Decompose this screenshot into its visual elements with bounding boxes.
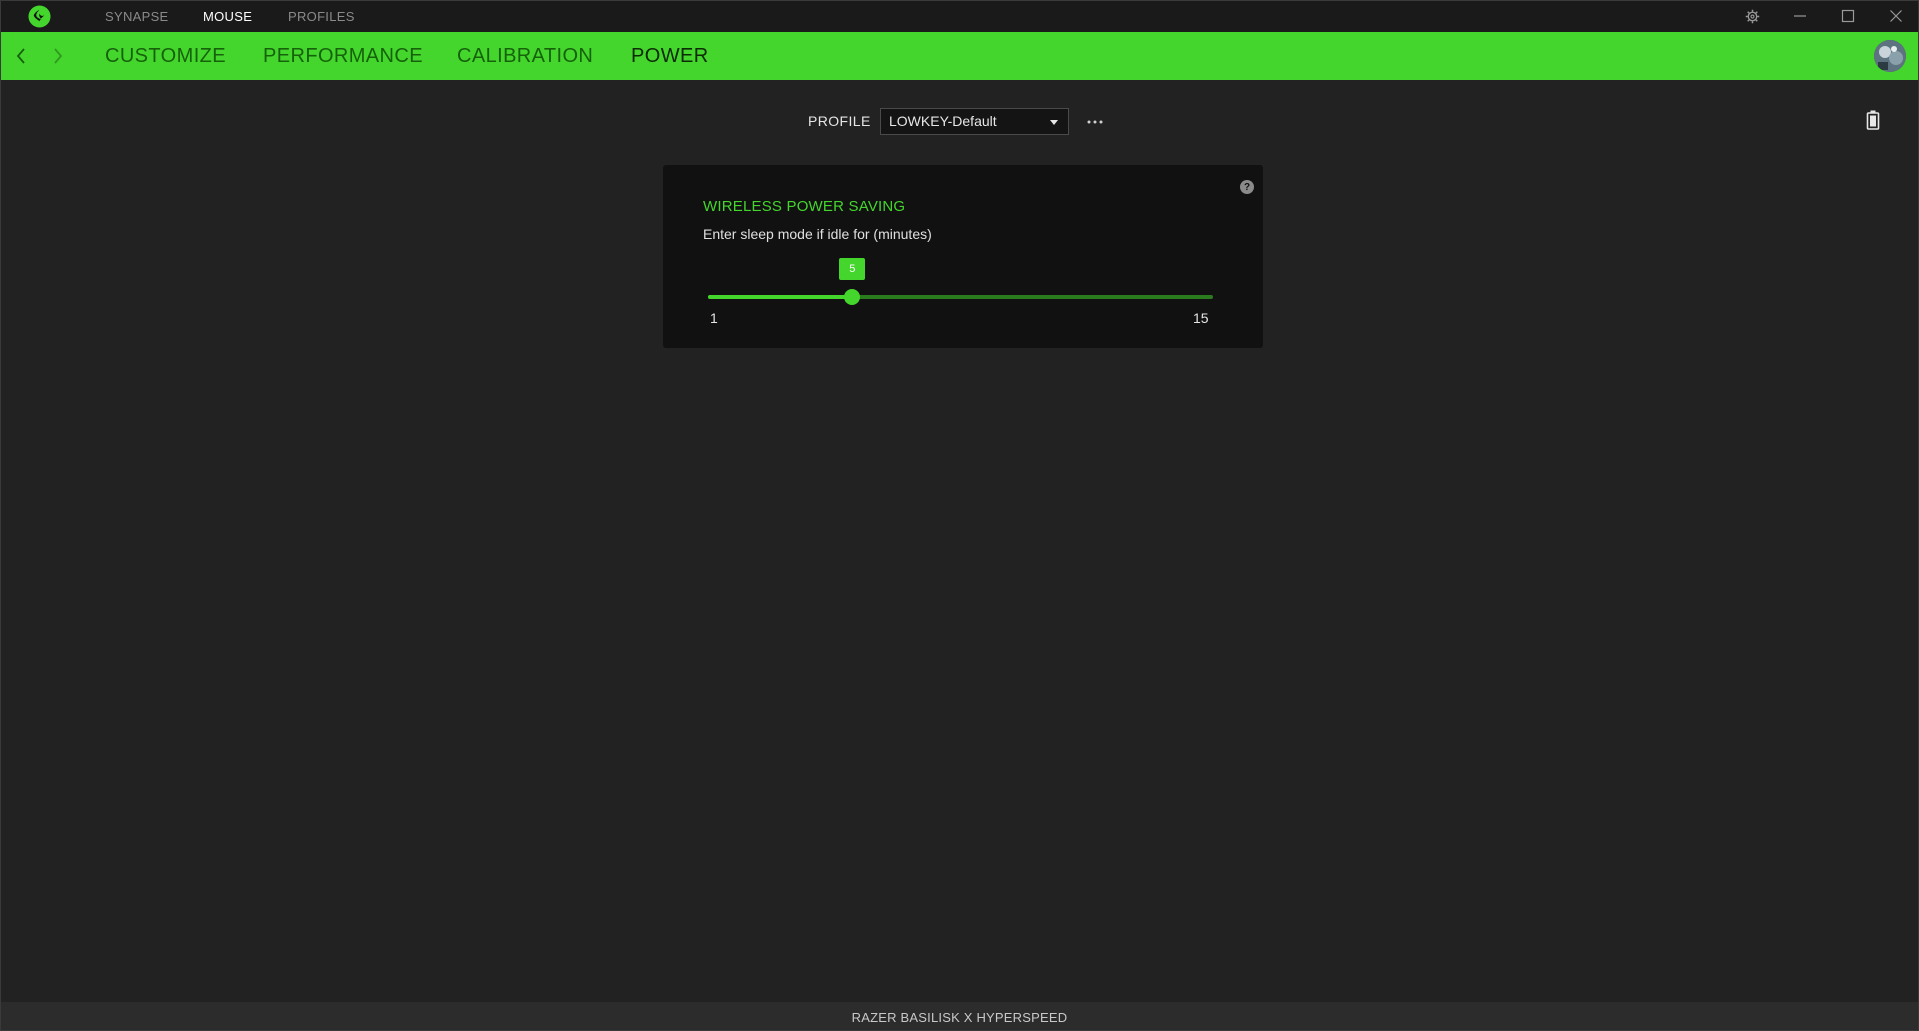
chevron-right-icon [54, 48, 63, 64]
device-footer: RAZER BASILISK X HYPERSPEED [0, 1002, 1919, 1031]
tab-power[interactable]: POWER [631, 45, 709, 68]
chevron-down-icon [1050, 120, 1058, 125]
topnav-profiles[interactable]: PROFILES [288, 9, 355, 24]
device-name: RAZER BASILISK X HYPERSPEED [851, 1010, 1068, 1025]
forward-button[interactable] [48, 44, 68, 68]
slider-thumb[interactable] [844, 289, 861, 305]
tab-calibration[interactable]: CALIBRATION [457, 45, 593, 68]
close-button[interactable] [1885, 6, 1907, 26]
card-description: Enter sleep mode if idle for (minutes) [703, 226, 932, 242]
help-icon[interactable]: ? [1240, 180, 1254, 194]
tab-customize[interactable]: CUSTOMIZE [105, 45, 226, 68]
sub-navigation-bar: CUSTOMIZE PERFORMANCE CALIBRATION POWER [0, 32, 1919, 80]
tab-performance[interactable]: PERFORMANCE [263, 45, 423, 68]
gear-icon [1745, 9, 1759, 23]
avatar[interactable] [1874, 40, 1906, 72]
chevron-left-icon [16, 48, 25, 64]
slider-max-label: 15 [1193, 310, 1209, 326]
settings-button[interactable] [1741, 6, 1763, 26]
wireless-power-saving-card: WIRELESS POWER SAVING Enter sleep mode i… [663, 165, 1263, 348]
battery-icon[interactable] [1866, 110, 1880, 130]
card-title: WIRELESS POWER SAVING [703, 198, 906, 215]
ellipsis-icon [1087, 120, 1103, 124]
profile-selected-value: LOWKEY-Default [889, 113, 997, 129]
close-icon [1890, 10, 1902, 22]
sleep-timeout-slider[interactable]: 5 [708, 258, 1213, 305]
maximize-icon [1841, 9, 1855, 23]
razer-logo-icon[interactable] [28, 5, 51, 28]
profile-label: PROFILE [808, 113, 871, 129]
slider-min-label: 1 [710, 310, 718, 326]
topnav-mouse[interactable]: MOUSE [203, 9, 252, 24]
profile-dropdown[interactable]: LOWKEY-Default [880, 108, 1069, 135]
minimize-button[interactable] [1789, 6, 1811, 26]
slider-fill [708, 295, 853, 299]
avatar-image [1874, 40, 1906, 72]
slider-value-tooltip: 5 [839, 258, 866, 280]
profile-more-button[interactable] [1085, 112, 1105, 132]
maximize-button[interactable] [1837, 6, 1859, 26]
back-button[interactable] [11, 44, 31, 68]
topnav-synapse[interactable]: SYNAPSE [105, 9, 169, 24]
minimize-icon [1794, 15, 1806, 17]
title-bar: SYNAPSE MOUSE PROFILES [0, 0, 1919, 32]
